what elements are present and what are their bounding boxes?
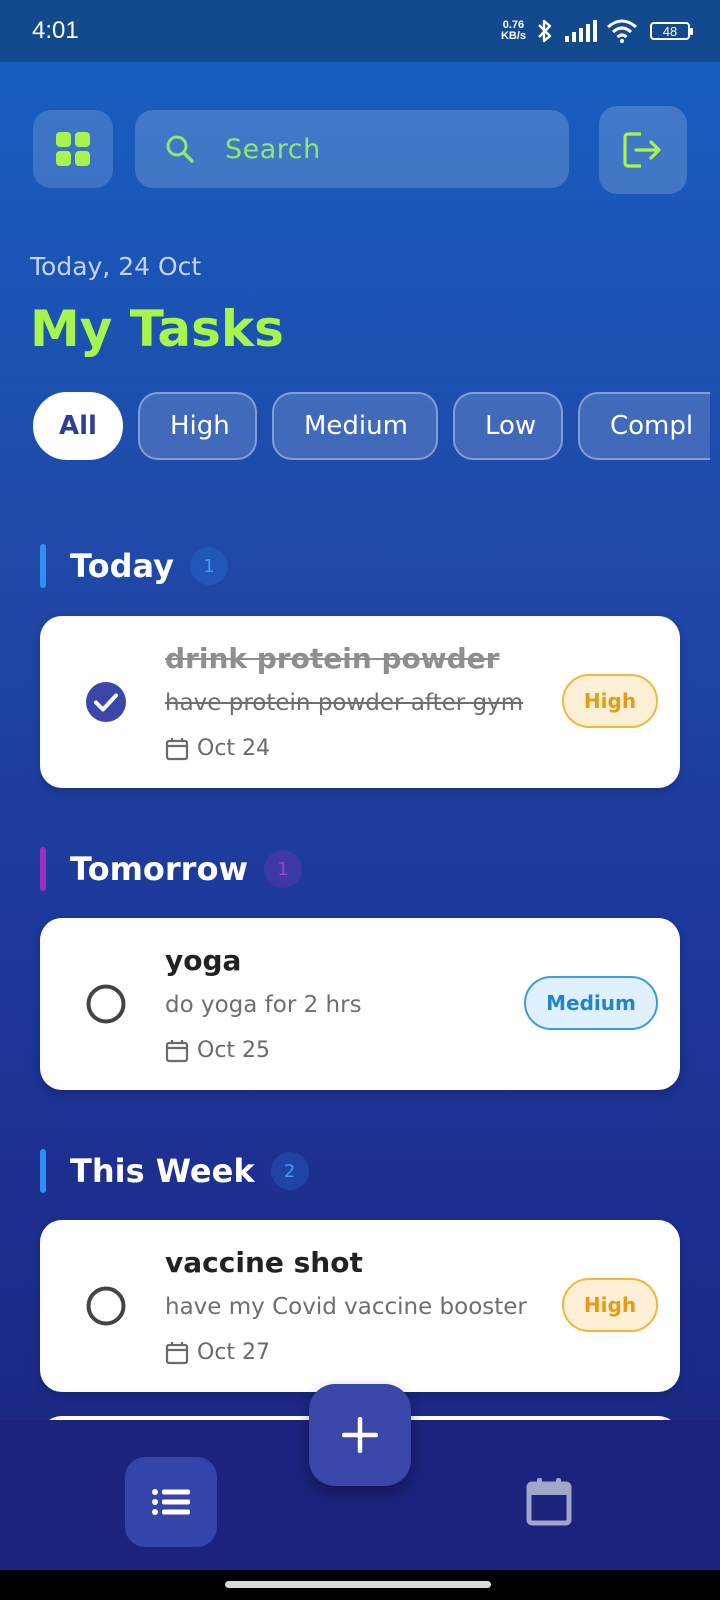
top-bar: Search xyxy=(33,106,687,194)
checked-circle-icon[interactable] xyxy=(86,682,126,722)
search-placeholder: Search xyxy=(225,133,321,165)
logout-icon xyxy=(623,132,661,168)
logout-button[interactable] xyxy=(599,106,687,194)
task-due-date: Oct 27 xyxy=(165,1340,270,1365)
calendar-icon xyxy=(165,1039,189,1062)
task-date-text: Oct 27 xyxy=(197,1340,271,1365)
priority-badge: High xyxy=(562,674,658,728)
menu-grid-button[interactable] xyxy=(33,110,113,188)
task-date-text: Oct 25 xyxy=(197,1038,271,1063)
task-card[interactable]: vaccine shot have my Covid vaccine boost… xyxy=(40,1220,680,1392)
task-description: have my Covid vaccine booster xyxy=(165,1294,527,1320)
status-bar: 4:01 0.76 KB/s 48 xyxy=(0,0,720,62)
bluetooth-icon xyxy=(538,19,552,43)
section-header-tomorrow: Tomorrow 1 xyxy=(40,846,302,892)
section-accent-bar xyxy=(40,847,46,891)
task-description: do yoga for 2 hrs xyxy=(165,992,362,1018)
battery-icon: 48 xyxy=(650,22,693,40)
page-title: My Tasks xyxy=(30,300,284,358)
calendar-icon xyxy=(165,737,189,760)
task-title: drink protein powder xyxy=(165,642,500,675)
task-card[interactable]: yoga do yoga for 2 hrs Oct 25 Medium xyxy=(40,918,680,1090)
task-due-date: Oct 25 xyxy=(165,1038,270,1063)
section-count-badge: 1 xyxy=(189,547,228,585)
filter-chips: All High Medium Low Compl xyxy=(33,392,710,462)
priority-badge: Medium xyxy=(524,976,658,1030)
nav-list-button[interactable] xyxy=(125,1457,217,1547)
search-icon xyxy=(166,135,194,163)
task-title: yoga xyxy=(165,944,242,977)
task-due-date: Oct 24 xyxy=(165,736,270,761)
task-title: vaccine shot xyxy=(165,1246,363,1279)
unchecked-circle-icon[interactable] xyxy=(86,1286,126,1326)
network-speed: 0.76 KB/s xyxy=(501,20,526,42)
filter-chip-completed[interactable]: Compl xyxy=(578,392,710,460)
calendar-icon xyxy=(165,1341,189,1364)
section-count-badge: 2 xyxy=(270,1152,309,1190)
section-title: This Week xyxy=(70,1152,255,1190)
task-date-text: Oct 24 xyxy=(197,736,271,761)
signal-icon xyxy=(565,20,597,42)
wifi-icon xyxy=(607,19,637,43)
section-header-today: Today 1 xyxy=(40,543,228,589)
section-count-badge: 1 xyxy=(264,850,302,888)
grid-icon xyxy=(56,132,90,166)
section-accent-bar xyxy=(40,544,46,588)
add-task-button[interactable] xyxy=(309,1384,411,1486)
task-card[interactable]: drink protein powder have protein powder… xyxy=(40,616,680,788)
filter-chip-low[interactable]: Low xyxy=(453,392,563,460)
system-gesture-area xyxy=(0,1570,720,1600)
unchecked-circle-icon[interactable] xyxy=(86,984,126,1024)
filter-chip-medium[interactable]: Medium xyxy=(272,392,438,460)
section-title: Today xyxy=(70,547,174,585)
list-icon xyxy=(152,1489,190,1515)
plus-icon xyxy=(342,1417,378,1453)
status-icons: 0.76 KB/s 48 xyxy=(501,18,693,44)
calendar-icon[interactable] xyxy=(526,1478,572,1526)
filter-chip-high[interactable]: High xyxy=(138,392,257,460)
priority-badge: High xyxy=(562,1278,658,1332)
section-title: Tomorrow xyxy=(70,850,248,888)
home-indicator[interactable] xyxy=(225,1581,491,1588)
network-speed-unit: KB/s xyxy=(500,30,526,42)
search-input[interactable]: Search xyxy=(135,110,569,188)
section-accent-bar xyxy=(40,1149,46,1193)
section-header-this-week: This Week 2 xyxy=(40,1148,309,1194)
status-time: 4:01 xyxy=(32,17,79,44)
filter-chip-all[interactable]: All xyxy=(33,392,123,460)
task-description: have protein powder after gym xyxy=(165,690,524,716)
current-date: Today, 24 Oct xyxy=(30,252,202,281)
